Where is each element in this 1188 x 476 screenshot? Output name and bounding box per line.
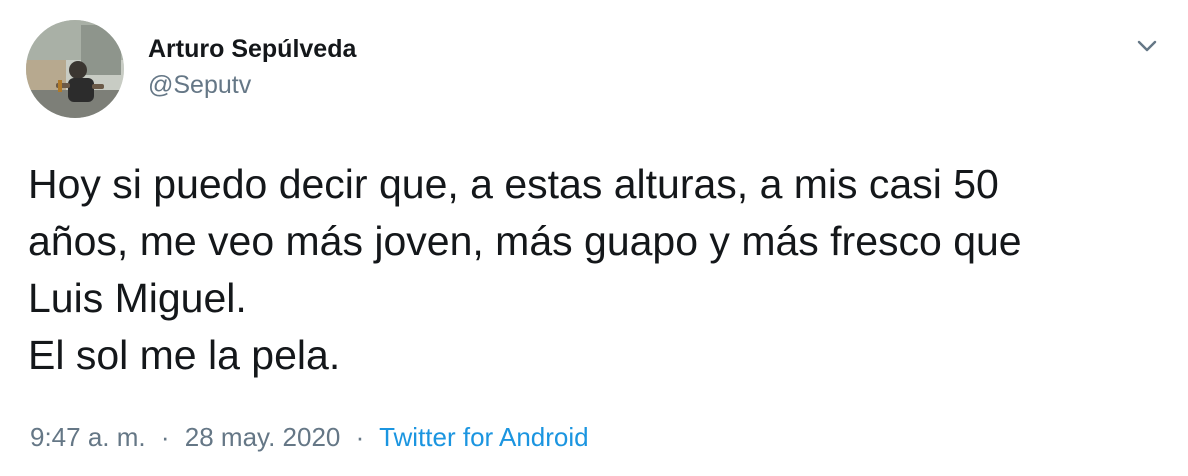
- tweet-text-line: El sol me la pela.: [28, 332, 341, 378]
- meta-separator: ·: [160, 422, 170, 452]
- tweet-card: Arturo Sepúlveda @Seputv Hoy si puedo de…: [0, 0, 1188, 476]
- meta-separator: ·: [355, 422, 365, 452]
- tweet-text-line: Hoy si puedo decir que, a estas alturas,…: [28, 161, 999, 207]
- author-block: Arturo Sepúlveda @Seputv: [148, 34, 356, 100]
- tweet-date[interactable]: 28 may. 2020: [185, 422, 341, 452]
- avatar[interactable]: [26, 20, 124, 118]
- tweet-text: Hoy si puedo decir que, a estas alturas,…: [28, 156, 1158, 384]
- tweet-source-link[interactable]: Twitter for Android: [379, 422, 589, 452]
- tweet-time[interactable]: 9:47 a. m.: [30, 422, 146, 452]
- tweet-text-line: Luis Miguel.: [28, 275, 247, 321]
- tweet-text-line: años, me veo más joven, más guapo y más …: [28, 218, 1022, 264]
- avatar-photo: [26, 20, 124, 118]
- chevron-down-icon: [1137, 40, 1157, 52]
- user-handle[interactable]: @Seputv: [148, 70, 356, 100]
- more-options-button[interactable]: [1132, 34, 1162, 58]
- tweet-meta: 9:47 a. m. · 28 may. 2020 · Twitter for …: [30, 420, 589, 454]
- display-name[interactable]: Arturo Sepúlveda: [148, 34, 356, 64]
